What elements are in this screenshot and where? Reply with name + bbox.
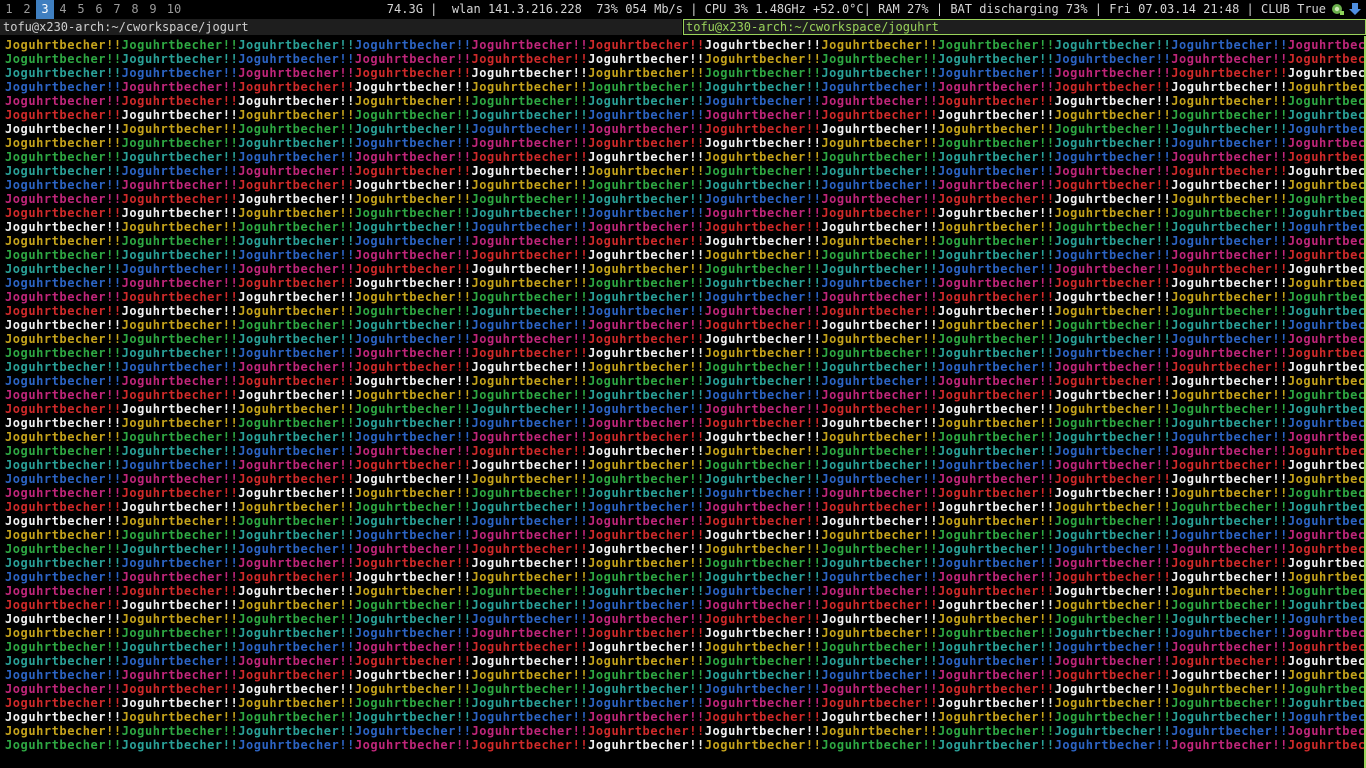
system-status-text: 74.3G | wlan 141.3.216.228 73% 054 Mb/s …: [386, 2, 1326, 16]
workspace-10[interactable]: 10: [162, 0, 186, 19]
workspace-5[interactable]: 5: [72, 0, 90, 19]
workspace-6[interactable]: 6: [90, 0, 108, 19]
workspace-2[interactable]: 2: [18, 0, 36, 19]
network-manager-icon[interactable]: [1331, 3, 1345, 16]
system-tray: [1331, 3, 1362, 16]
top-status-bar: 1 2 3 4 5 6 7 8 9 10 74.3G | wlan 141.3.216.228 7…: [0, 0, 1366, 19]
workspace-9[interactable]: 9: [144, 0, 162, 19]
terminal-title-right-focused[interactable]: tofu@x230-arch:~/cworkspace/joguhrt: [683, 19, 1366, 35]
workspace-8[interactable]: 8: [126, 0, 144, 19]
workspace-3[interactable]: 3: [36, 0, 54, 19]
terminal-window[interactable]: Joguhrtbecher!!Joguhrtbecher!!Joguhrtbec…: [0, 37, 1366, 768]
workspace-7[interactable]: 7: [108, 0, 126, 19]
workspace-4[interactable]: 4: [54, 0, 72, 19]
workspace-switcher: 1 2 3 4 5 6 7 8 9 10: [0, 0, 186, 19]
workspace-1[interactable]: 1: [0, 0, 18, 19]
download-arrow-icon[interactable]: [1348, 3, 1362, 16]
terminal-title-left[interactable]: tofu@x230-arch:~/cworkspace/jogurt: [0, 19, 682, 35]
terminal-output: Joguhrtbecher!!Joguhrtbecher!!Joguhrtbec…: [5, 38, 1366, 752]
